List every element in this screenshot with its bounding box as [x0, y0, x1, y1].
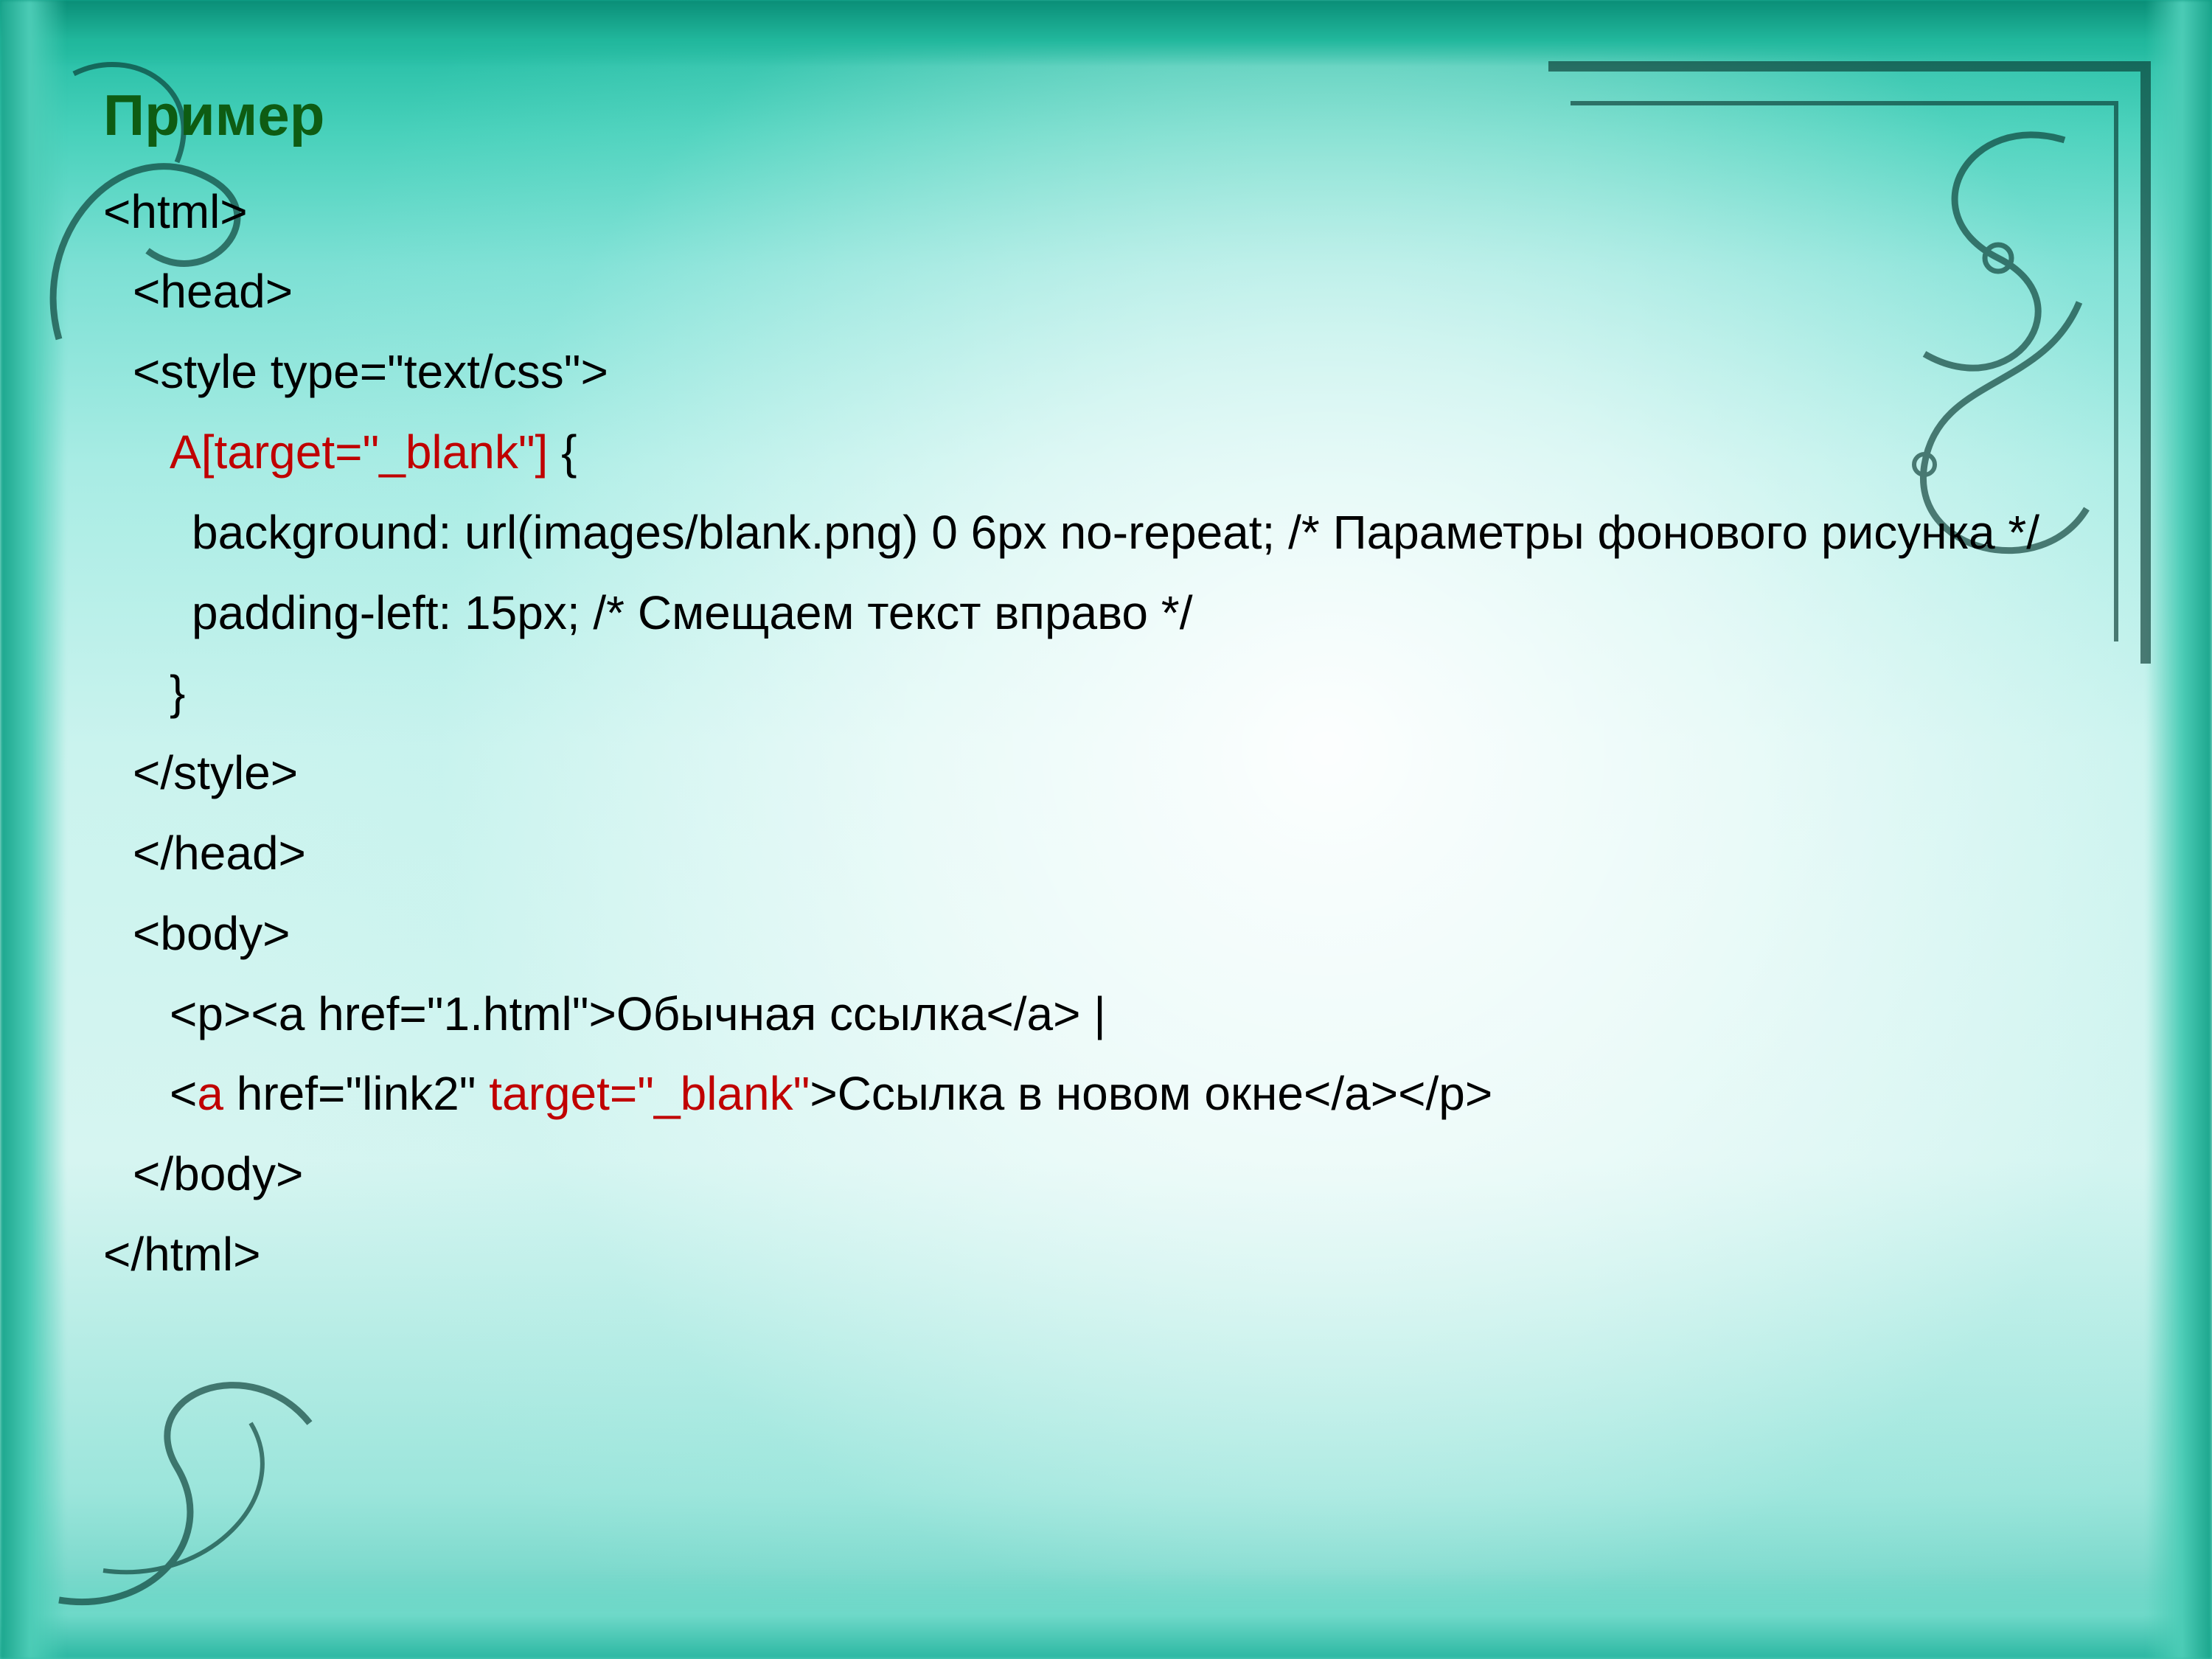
- code-line: </style>: [103, 733, 2109, 813]
- code-line: <p><a href="1.html">Обычная ссылка</a> |: [103, 974, 2109, 1054]
- slide-title: Пример: [103, 66, 2109, 164]
- code-text: {: [548, 425, 577, 479]
- code-text: href="link2": [223, 1067, 489, 1120]
- html-attribute: target="_blank": [489, 1067, 810, 1120]
- code-line: padding-left: 15px; /* Смещаем текст впр…: [103, 573, 2109, 653]
- code-text: >Ссылка в новом окне</a></p>: [810, 1067, 1492, 1120]
- tag-name: a: [197, 1067, 223, 1120]
- code-line: </html>: [103, 1214, 2109, 1295]
- slide: Пример <html> <head> <style type="text/c…: [0, 0, 2212, 1659]
- code-line: <style type="text/css">: [103, 332, 2109, 412]
- css-selector: A[target="_blank"]: [170, 425, 548, 479]
- code-line: </head>: [103, 813, 2109, 894]
- code-line: <body>: [103, 894, 2109, 974]
- code-line: <a href="link2" target="_blank">Ссылка в…: [103, 1054, 2109, 1134]
- code-text: background: url(images/blank.png) 0 6px …: [192, 506, 2039, 559]
- slide-content: Пример <html> <head> <style type="text/c…: [103, 66, 2109, 1295]
- code-line: A[target="_blank"] {: [103, 412, 2109, 493]
- code-example: <html> <head> <style type="text/css"> A[…: [103, 172, 2109, 1295]
- code-text: <: [170, 1067, 197, 1120]
- code-line: <html>: [103, 172, 2109, 252]
- code-line: background: url(images/blank.png) 0 6px …: [103, 493, 2109, 573]
- code-line: }: [103, 653, 2109, 733]
- code-line: <head>: [103, 251, 2109, 332]
- code-line: </body>: [103, 1134, 2109, 1214]
